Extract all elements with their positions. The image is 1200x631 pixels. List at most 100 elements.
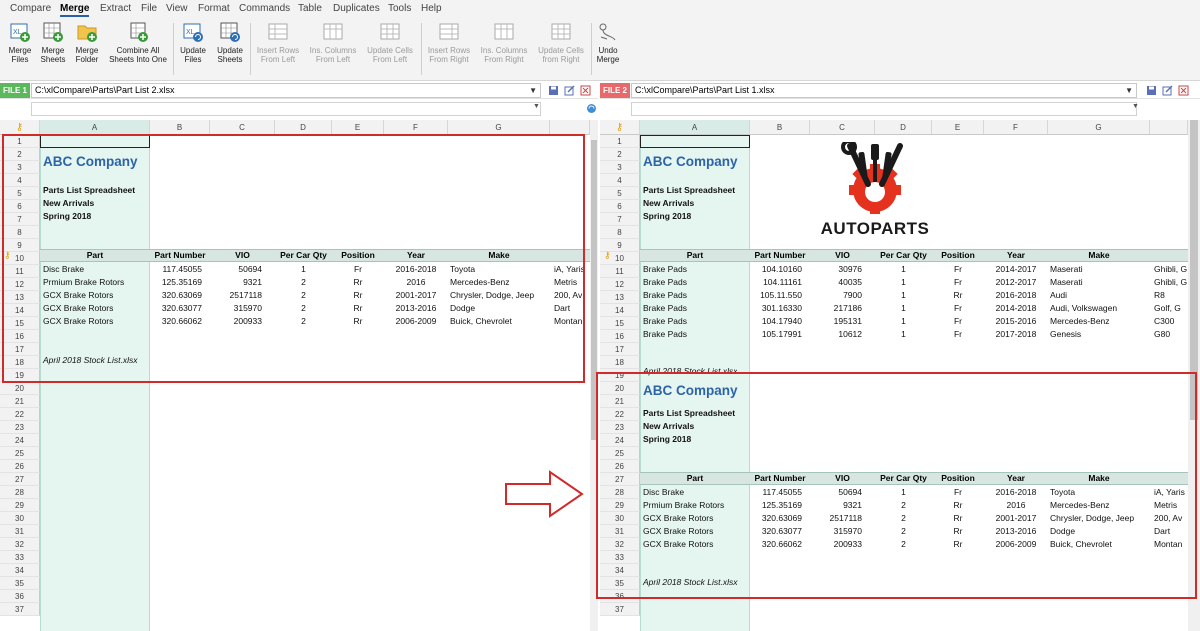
cell-year[interactable]: 2014-2018 bbox=[984, 302, 1048, 315]
cell-qty[interactable]: 1 bbox=[875, 263, 932, 276]
row-number[interactable]: 24 bbox=[0, 434, 40, 447]
save-icon[interactable] bbox=[548, 85, 559, 96]
cell-year[interactable]: 2016-2018 bbox=[984, 289, 1048, 302]
cell-vio[interactable]: 30976 bbox=[810, 263, 862, 276]
row-number[interactable]: 31 bbox=[0, 525, 40, 538]
chevron-down-icon[interactable]: ▼ bbox=[1125, 84, 1133, 97]
cell-make[interactable]: Audi bbox=[1050, 289, 1150, 302]
row-number[interactable]: 33 bbox=[0, 551, 40, 564]
cell-part-number[interactable]: 105.17991 bbox=[750, 328, 802, 341]
insert-rows-from-right-button[interactable]: Insert Rows From Right bbox=[425, 21, 473, 64]
row-number[interactable]: 29 bbox=[0, 499, 40, 512]
row-number[interactable]: 16 bbox=[600, 330, 640, 343]
insert-columns-from-left-button[interactable]: Ins. Columns From Left bbox=[308, 21, 358, 64]
column-header-f[interactable]: F bbox=[984, 120, 1048, 135]
row-number[interactable]: 37 bbox=[0, 603, 40, 616]
row-number[interactable]: 1 bbox=[600, 135, 640, 148]
chevron-down-icon[interactable]: ▼ bbox=[1132, 103, 1139, 110]
cell-position[interactable]: Fr bbox=[932, 276, 984, 289]
file2-formula-input[interactable] bbox=[631, 102, 1137, 116]
menu-file[interactable]: File bbox=[141, 3, 157, 14]
menu-help[interactable]: Help bbox=[421, 3, 442, 14]
column-header-f[interactable]: F bbox=[384, 120, 448, 135]
cell-make[interactable]: Maserati bbox=[1050, 276, 1150, 289]
row-number[interactable]: 5 bbox=[600, 187, 640, 200]
cell-model[interactable]: R8 bbox=[1154, 289, 1188, 302]
menu-tools[interactable]: Tools bbox=[388, 3, 411, 14]
row-number[interactable]: 6 bbox=[600, 200, 640, 213]
cell-vio[interactable]: 195131 bbox=[810, 315, 862, 328]
select-all-corner[interactable]: ⚷ bbox=[600, 120, 640, 135]
column-header-e[interactable]: E bbox=[332, 120, 384, 135]
cell-year[interactable]: 2014-2017 bbox=[984, 263, 1048, 276]
row-number[interactable]: 27 bbox=[0, 473, 40, 486]
row-number[interactable]: 23 bbox=[0, 421, 40, 434]
cell-position[interactable]: Fr bbox=[932, 263, 984, 276]
active-cell[interactable] bbox=[640, 135, 750, 148]
sync-icon[interactable] bbox=[586, 103, 597, 114]
chevron-down-icon[interactable]: ▼ bbox=[529, 84, 537, 97]
menu-extract[interactable]: Extract bbox=[100, 3, 131, 14]
cell-position[interactable]: Fr bbox=[932, 328, 984, 341]
cell-part[interactable]: Brake Pads bbox=[643, 289, 748, 302]
select-all-corner[interactable]: ⚷ bbox=[0, 120, 40, 135]
chevron-down-icon[interactable]: ▼ bbox=[533, 103, 540, 110]
cell-part[interactable]: Brake Pads bbox=[643, 328, 748, 341]
edit-icon[interactable] bbox=[564, 85, 575, 96]
row-number[interactable]: 22 bbox=[0, 408, 40, 421]
insert-columns-from-right-button[interactable]: Ins. Columns From Right bbox=[478, 21, 530, 64]
column-header-g[interactable]: G bbox=[1048, 120, 1150, 135]
cell-model[interactable]: Golf, G bbox=[1154, 302, 1188, 315]
column-header-c[interactable]: C bbox=[810, 120, 875, 135]
undo-merge-button[interactable]: Undo Merge bbox=[594, 21, 622, 64]
row-number[interactable]: 32 bbox=[0, 538, 40, 551]
cell-year[interactable]: 2017-2018 bbox=[984, 328, 1048, 341]
row-number[interactable]: 28 bbox=[0, 486, 40, 499]
column-header-g[interactable]: G bbox=[448, 120, 550, 135]
menu-format[interactable]: Format bbox=[198, 3, 230, 14]
row-number[interactable]: 36 bbox=[0, 590, 40, 603]
column-header-b[interactable]: B bbox=[750, 120, 810, 135]
merge-folder-button[interactable]: Merge Folder bbox=[72, 21, 102, 64]
row-number[interactable]: 15 bbox=[600, 317, 640, 330]
edit-icon[interactable] bbox=[1162, 85, 1173, 96]
row-number[interactable]: 26 bbox=[0, 460, 40, 473]
column-header-d[interactable]: D bbox=[875, 120, 932, 135]
cell-make[interactable]: Mercedes-Benz bbox=[1050, 315, 1150, 328]
column-header-d[interactable]: D bbox=[275, 120, 332, 135]
row-number[interactable]: 4 bbox=[600, 174, 640, 187]
update-cells-from-left-button[interactable]: Update Cells From Left bbox=[364, 21, 416, 64]
update-files-button[interactable]: XL Update Files bbox=[178, 21, 208, 64]
cell-part-number[interactable]: 105.11.550 bbox=[750, 289, 802, 302]
insert-rows-from-left-button[interactable]: Insert Rows From Left bbox=[255, 21, 301, 64]
column-header-e[interactable]: E bbox=[932, 120, 984, 135]
cell-qty[interactable]: 1 bbox=[875, 328, 932, 341]
cell-qty[interactable]: 1 bbox=[875, 315, 932, 328]
menu-commands[interactable]: Commands bbox=[239, 3, 290, 14]
cell-year[interactable]: 2015-2016 bbox=[984, 315, 1048, 328]
cell-part[interactable]: Brake Pads bbox=[643, 315, 748, 328]
update-sheets-button[interactable]: Update Sheets bbox=[214, 21, 246, 64]
menu-duplicates[interactable]: Duplicates bbox=[333, 3, 380, 14]
cell-part[interactable]: Brake Pads bbox=[643, 263, 748, 276]
cell-position[interactable]: Fr bbox=[932, 315, 984, 328]
menu-table[interactable]: Table bbox=[298, 3, 322, 14]
row-number[interactable]: 37 bbox=[600, 603, 640, 616]
row-number[interactable]: 2 bbox=[600, 148, 640, 161]
cell-make[interactable]: Maserati bbox=[1050, 263, 1150, 276]
cell-part-number[interactable]: 301.16330 bbox=[750, 302, 802, 315]
merge-files-button[interactable]: XL Merge Files bbox=[6, 21, 34, 64]
row-number[interactable]: 25 bbox=[0, 447, 40, 460]
row-number[interactable]: 11 bbox=[600, 265, 640, 278]
merge-sheets-button[interactable]: Merge Sheets bbox=[38, 21, 68, 64]
file1-formula-input[interactable] bbox=[31, 102, 541, 116]
row-number[interactable]: 17 bbox=[600, 343, 640, 356]
column-header-b[interactable]: B bbox=[150, 120, 210, 135]
cell-part[interactable]: Brake Pads bbox=[643, 302, 748, 315]
cell-part-number[interactable]: 104.11161 bbox=[750, 276, 802, 289]
cell-year[interactable]: 2012-2017 bbox=[984, 276, 1048, 289]
row-number[interactable]: 7 bbox=[600, 213, 640, 226]
cell-model[interactable]: C300 bbox=[1154, 315, 1188, 328]
row-number[interactable]: 3 bbox=[600, 161, 640, 174]
cell-model[interactable]: Ghibli, G bbox=[1154, 276, 1188, 289]
